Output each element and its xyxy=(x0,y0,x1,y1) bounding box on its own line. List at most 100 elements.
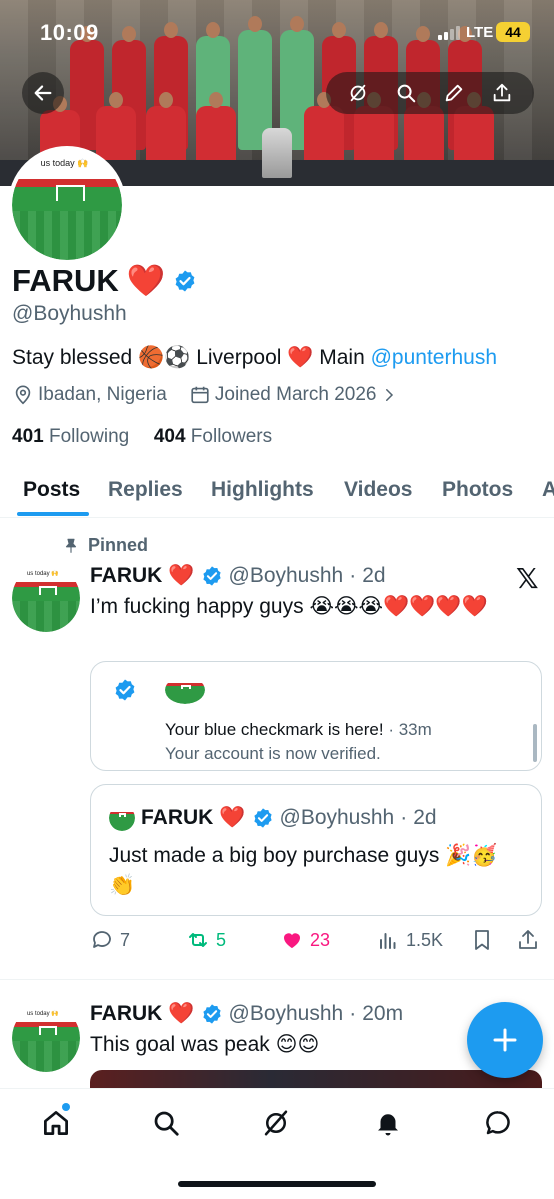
bell-icon xyxy=(378,1114,398,1136)
avatar-caption: us today 🙌 xyxy=(12,564,80,584)
avatar-image: us today 🙌 xyxy=(12,1004,80,1072)
nav-notifications[interactable] xyxy=(370,1105,406,1141)
profile-avatar[interactable]: us today 🙌 xyxy=(8,146,126,264)
tab-posts[interactable]: Posts xyxy=(23,474,80,502)
post-avatar[interactable]: us today 🙌 xyxy=(12,1004,80,1072)
post-avatar[interactable]: us today 🙌 xyxy=(12,564,80,632)
x-logo-icon[interactable]: 𝕏 xyxy=(516,562,539,595)
views-button[interactable]: 1.5K xyxy=(376,928,443,952)
post-dot: · xyxy=(349,564,357,587)
quote-tweet-card[interactable]: FARUK ❤️ @Boyhushh · 2d Just made a big … xyxy=(90,784,542,916)
card-title-text: Your blue checkmark is here! xyxy=(165,720,384,739)
post-header: FARUK ❤️ @Boyhushh · 2d xyxy=(90,564,386,588)
reply-button[interactable]: 7 xyxy=(90,928,130,952)
followers-link[interactable]: 404 Followers xyxy=(154,426,272,447)
post-media[interactable] xyxy=(90,1070,542,1088)
chevron-right-icon[interactable] xyxy=(380,386,398,404)
tab-replies[interactable]: Replies xyxy=(108,474,183,502)
share-icon xyxy=(519,930,537,949)
post-actions: 7 5 23 1.5K xyxy=(90,924,542,958)
pin-icon xyxy=(65,538,77,553)
following-label: Following xyxy=(48,426,130,447)
profile-bio: Stay blessed 🏀⚽ Liverpool ❤️ Main @punte… xyxy=(12,346,497,370)
card-title: Your blue checkmark is here! · 33m xyxy=(165,720,432,739)
bookmark-button[interactable] xyxy=(470,928,494,952)
nav-messages[interactable] xyxy=(480,1105,516,1141)
grok-icon xyxy=(264,1110,288,1136)
nav-search[interactable] xyxy=(148,1105,184,1141)
search-button[interactable] xyxy=(387,74,425,112)
search-icon xyxy=(397,84,416,103)
quote-handle: @Boyhushh xyxy=(279,806,395,829)
post-handle[interactable]: @Boyhushh xyxy=(229,564,344,588)
reply-icon xyxy=(93,931,111,948)
post-handle[interactable]: @Boyhushh xyxy=(229,1002,344,1026)
verified-badge-icon xyxy=(202,566,221,586)
back-button[interactable] xyxy=(22,72,64,114)
pencil-icon xyxy=(445,84,463,102)
share-button[interactable] xyxy=(483,74,521,112)
compose-button[interactable] xyxy=(467,1002,543,1078)
avatar-image: us today 🙌 xyxy=(12,150,122,260)
like-button[interactable]: 23 xyxy=(280,928,330,952)
tab-photos[interactable]: Photos xyxy=(442,474,513,502)
post-author[interactable]: FARUK xyxy=(90,564,162,588)
location-pin-icon xyxy=(15,385,31,405)
post-time: 20m xyxy=(362,1002,404,1025)
post-author-emoji: ❤️ xyxy=(168,564,195,587)
plus-icon xyxy=(493,1028,517,1052)
card-avatar xyxy=(165,676,205,704)
profile-name-text: FARUK xyxy=(12,262,119,298)
avatar-caption: us today 🙌 xyxy=(12,1004,80,1024)
profile-name: FARUK ❤️ xyxy=(12,262,197,299)
share-post-button[interactable] xyxy=(516,928,540,952)
post-author[interactable]: FARUK xyxy=(90,1002,162,1026)
tab-highlights[interactable]: Highlights xyxy=(211,474,314,502)
post-divider xyxy=(0,979,554,980)
card-scrollbar[interactable] xyxy=(533,724,537,762)
quote-text: Just made a big boy purchase guys 🎉🥳👏 xyxy=(109,844,498,897)
home-indicator xyxy=(178,1181,376,1187)
follow-stats: 401 Following 404 Followers xyxy=(12,426,272,448)
calendar-icon xyxy=(191,386,209,404)
heart-icon xyxy=(284,933,300,948)
repost-icon xyxy=(189,933,207,947)
pinned-indicator: Pinned xyxy=(62,535,148,556)
post-dot: · xyxy=(349,1002,357,1025)
network-label: LTE xyxy=(466,24,494,41)
reply-count: 7 xyxy=(120,929,131,950)
verified-badge-icon xyxy=(253,808,272,828)
followers-count: 404 xyxy=(153,426,186,447)
profile-name-emoji: ❤️ xyxy=(126,263,166,298)
tab-videos[interactable]: Videos xyxy=(344,474,412,502)
quote-header: FARUK ❤️ @Boyhushh · 2d xyxy=(109,805,437,831)
edit-button[interactable] xyxy=(435,74,473,112)
search-icon xyxy=(154,1111,179,1136)
following-link[interactable]: 401 Following xyxy=(12,426,129,447)
verification-card[interactable]: Your blue checkmark is here! · 33m Your … xyxy=(90,661,542,771)
bio-text: Stay blessed 🏀⚽ Liverpool ❤️ Main xyxy=(12,346,371,369)
post-text: This goal was peak 😊😊 xyxy=(90,1033,320,1056)
quote-dot: · xyxy=(400,806,408,829)
banner-actions xyxy=(326,72,534,114)
analytics-icon xyxy=(380,933,396,949)
repost-button[interactable]: 5 xyxy=(186,928,226,952)
back-arrow-icon xyxy=(34,85,52,101)
nav-home[interactable] xyxy=(38,1105,74,1141)
bio-mention-link[interactable]: @punterhush xyxy=(371,346,497,369)
nav-grok[interactable] xyxy=(258,1105,294,1141)
followers-label: Followers xyxy=(190,426,273,447)
trophy-image xyxy=(262,128,292,178)
quote-author-emoji: ❤️ xyxy=(219,806,246,829)
post-author-emoji: ❤️ xyxy=(168,1002,195,1025)
profile-joined: Joined March 2026 xyxy=(214,384,377,405)
bookmark-icon xyxy=(475,930,489,950)
status-bar: 10:09 LTE 44 xyxy=(0,0,554,60)
tab-active-indicator xyxy=(17,512,89,516)
grok-button[interactable] xyxy=(339,74,377,112)
verified-badge-icon[interactable] xyxy=(173,269,197,293)
verified-badge-icon xyxy=(115,679,135,701)
verified-badge-icon xyxy=(202,1004,221,1024)
tab-articles[interactable]: A xyxy=(542,474,554,502)
quote-time: 2d xyxy=(413,806,437,829)
